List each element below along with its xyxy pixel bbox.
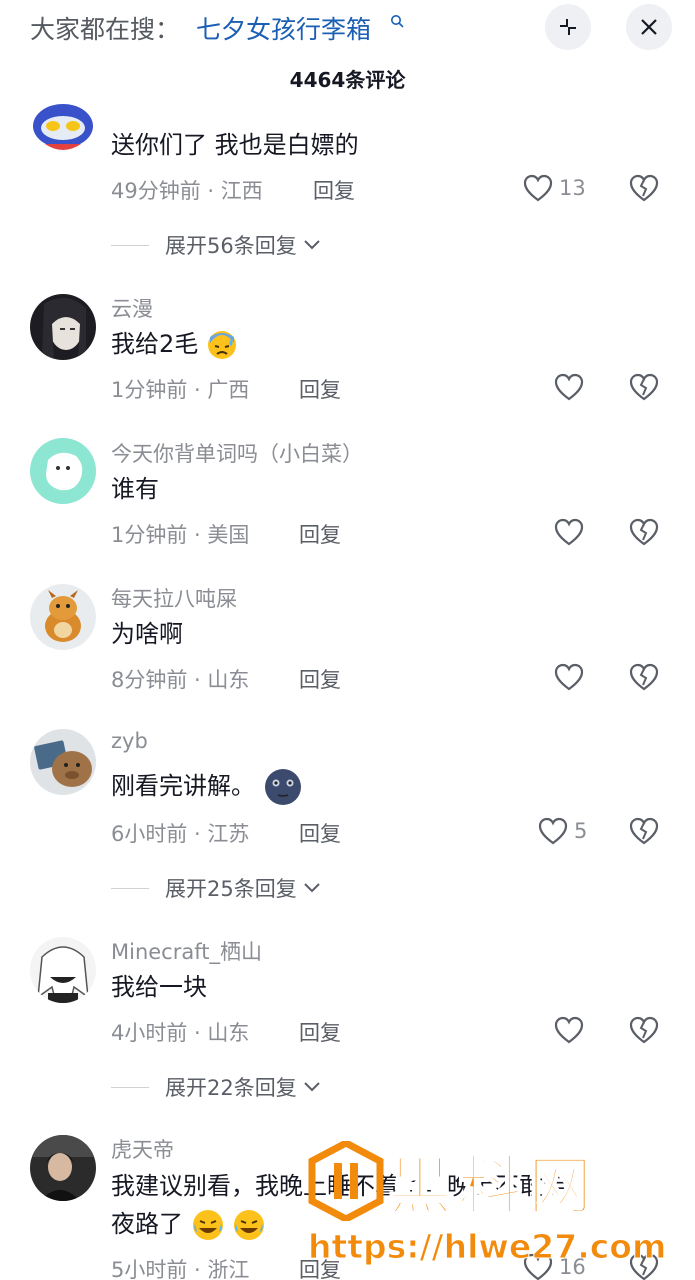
rofl-emoji-icon xyxy=(192,1210,223,1240)
reply-button[interactable]: 回复 xyxy=(299,664,341,694)
dislike-icon[interactable] xyxy=(628,516,660,548)
search-icon[interactable] xyxy=(390,14,404,28)
comment-text: 我给一块 xyxy=(111,973,207,1001)
expand-replies-button[interactable]: 展开56条回复 xyxy=(111,230,321,260)
divider xyxy=(111,1086,149,1088)
avatar[interactable] xyxy=(30,294,96,360)
expand-replies-button[interactable]: 展开22条回复 xyxy=(111,1072,321,1102)
like-button[interactable] xyxy=(554,516,584,548)
comment-count: 4464条评论 xyxy=(289,68,406,92)
cold-sweat-emoji-icon xyxy=(207,331,236,359)
avatar[interactable] xyxy=(30,1135,96,1201)
comment-meta: 1分钟前 · 美国 xyxy=(111,523,250,547)
username[interactable]: 虎天帝 xyxy=(111,1134,174,1164)
comment-meta: 1分钟前 · 广西 xyxy=(111,378,250,402)
dislike-icon[interactable] xyxy=(628,172,660,204)
like-count: 5 xyxy=(574,819,588,843)
expand-replies-button[interactable]: 展开25条回复 xyxy=(111,873,321,903)
heart-icon xyxy=(554,518,584,546)
chevron-down-icon xyxy=(304,1082,320,1092)
reply-button[interactable]: 回复 xyxy=(299,1017,341,1047)
reply-button[interactable]: 回复 xyxy=(313,175,355,205)
comment-text: 为啥啊 xyxy=(111,620,183,648)
username[interactable]: 每天拉八吨屎 xyxy=(111,583,237,613)
close-icon xyxy=(641,19,657,35)
username[interactable]: zyb xyxy=(111,729,148,753)
heart-icon xyxy=(554,663,584,691)
username[interactable]: 云漫 xyxy=(111,293,153,323)
collapse-button[interactable] xyxy=(545,4,591,50)
heart-icon xyxy=(538,817,568,845)
avatar[interactable] xyxy=(30,104,96,160)
dislike-icon[interactable] xyxy=(628,371,660,403)
watermark-url: https://hlwe27.com xyxy=(307,1227,667,1267)
comment-meta: 6小时前 · 江苏 xyxy=(111,822,250,846)
like-button[interactable] xyxy=(554,371,584,403)
chevron-down-icon xyxy=(304,240,320,250)
reply-button[interactable]: 回复 xyxy=(299,519,341,549)
avatar[interactable] xyxy=(30,438,96,504)
like-button[interactable]: 5 xyxy=(538,815,587,847)
collapse-icon xyxy=(560,19,576,35)
avatar[interactable] xyxy=(30,937,96,1003)
watermark: 黑料网 https://hlwe27.com xyxy=(300,1135,695,1280)
like-button[interactable] xyxy=(554,661,584,693)
comment-meta: 4小时前 · 山东 xyxy=(111,1021,250,1045)
comment-text: 刚看完讲解。 xyxy=(111,767,303,807)
watermark-logo-icon xyxy=(308,1141,384,1221)
heart-icon xyxy=(554,1016,584,1044)
username[interactable]: 今天你背单词吗（小白菜） xyxy=(111,438,363,468)
comment-meta: 49分钟前 · 江西 xyxy=(111,179,263,203)
like-button[interactable]: 13 xyxy=(523,172,586,204)
watermark-title: 黑料网 xyxy=(387,1149,598,1225)
like-button[interactable] xyxy=(554,1014,584,1046)
dislike-icon[interactable] xyxy=(628,661,660,693)
comment-text-line2: 夜路了 xyxy=(111,1207,266,1242)
new-moon-face-emoji-icon xyxy=(264,769,301,805)
username[interactable]: Minecraft_栖山 xyxy=(111,936,262,966)
dislike-icon[interactable] xyxy=(628,1014,660,1046)
heart-icon xyxy=(554,373,584,401)
close-button[interactable] xyxy=(626,4,672,50)
top-bar: 大家都在搜： 七夕女孩行李箱 xyxy=(0,0,695,56)
reply-button[interactable]: 回复 xyxy=(299,374,341,404)
search-suggestion-prefix: 大家都在搜： xyxy=(30,15,181,44)
divider xyxy=(111,244,149,246)
divider xyxy=(111,887,149,889)
comment-meta: 8分钟前 · 山东 xyxy=(111,668,250,692)
comment-text: 我给2毛 xyxy=(111,327,238,361)
search-suggestion-link[interactable]: 七夕女孩行李箱 xyxy=(196,10,371,46)
comment-text: 送你们了 我也是白嫖的 xyxy=(111,131,359,159)
like-count: 13 xyxy=(559,176,586,200)
heart-icon xyxy=(523,174,553,202)
reply-button[interactable]: 回复 xyxy=(299,818,341,848)
dislike-icon[interactable] xyxy=(628,815,660,847)
avatar[interactable] xyxy=(30,584,96,650)
chevron-down-icon xyxy=(304,883,320,893)
avatar[interactable] xyxy=(30,729,96,795)
comment-meta: 5小时前 · 浙江 xyxy=(111,1258,250,1280)
comment-text: 谁有 xyxy=(111,475,159,503)
rofl-emoji-icon xyxy=(234,1210,265,1240)
